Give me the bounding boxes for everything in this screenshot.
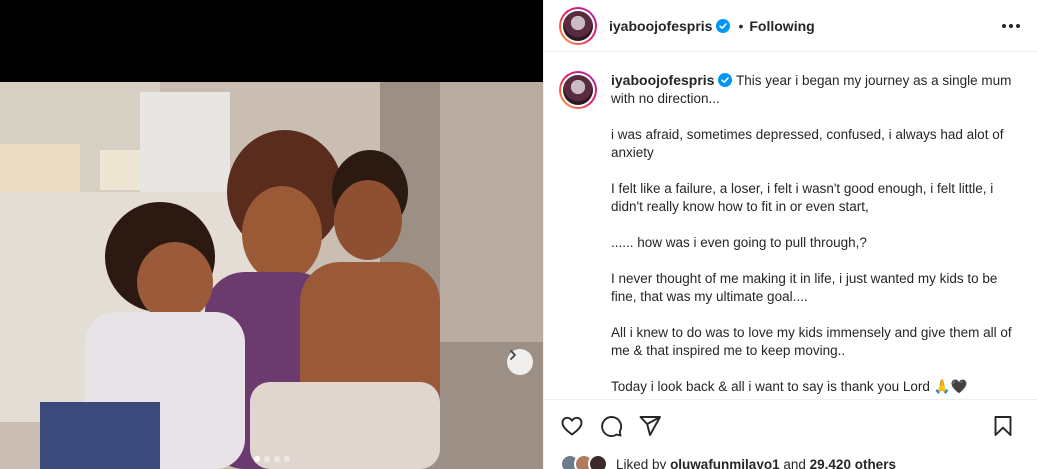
caption-paragraph: iyaboojofespris This year i began my jou…	[611, 71, 1021, 108]
following-button[interactable]: Following	[749, 18, 814, 34]
header-username[interactable]: iyaboojofespris	[609, 18, 712, 34]
caption-username[interactable]: iyaboojofespris	[611, 72, 714, 88]
photo-illustration	[0, 82, 543, 469]
caption-paragraph: I never thought of me making it in life,…	[611, 271, 998, 304]
likes-prefix: Liked by	[616, 456, 667, 469]
likes-text: Liked by oluwafunmilayo1 and 29,420 othe…	[616, 457, 896, 469]
save-button[interactable]	[989, 412, 1017, 440]
action-bar	[544, 399, 1037, 451]
likes-joiner: and	[783, 456, 806, 469]
caption-paragraph: ...... how was i even going to pull thro…	[611, 235, 867, 250]
caption-row: iyaboojofespris This year i began my jou…	[559, 71, 1021, 396]
comment-button[interactable]	[597, 412, 625, 440]
post-header: iyaboojofespris • Following	[544, 0, 1037, 52]
carousel-dot	[283, 456, 290, 462]
liker-avatar	[588, 454, 608, 469]
caption-paragraph: I felt like a failure, a loser, i felt i…	[611, 181, 994, 214]
caption-paragraph: All i knew to do was to love my kids imm…	[611, 325, 1012, 358]
comment-icon	[601, 415, 623, 437]
header-separator: •	[738, 17, 744, 34]
share-button[interactable]	[636, 412, 664, 440]
like-button[interactable]	[558, 412, 586, 440]
header-user: iyaboojofespris • Following	[609, 18, 815, 34]
media-pane	[0, 0, 543, 469]
caption-avatar[interactable]	[559, 71, 597, 109]
verified-badge-icon	[716, 18, 731, 33]
chevron-right-icon	[510, 350, 516, 360]
likes-row: Liked by oluwafunmilayo1 and 29,420 othe…	[560, 454, 896, 469]
post-details-panel: iyaboojofespris • Following iyaboojofesp…	[543, 0, 1037, 469]
likes-count[interactable]: 29,420 others	[810, 457, 896, 469]
caption-paragraph: Today i look back & all i want to say is…	[611, 379, 968, 394]
carousel-indicator	[0, 456, 543, 462]
caption-area: iyaboojofespris This year i began my jou…	[544, 53, 1037, 399]
carousel-dot	[253, 456, 260, 462]
carousel-next-button[interactable]	[507, 349, 533, 375]
post-photo	[0, 82, 543, 469]
share-icon	[639, 415, 661, 436]
caption-text: iyaboojofespris This year i began my jou…	[611, 71, 1021, 396]
caption-paragraph: i was afraid, sometimes depressed, confu…	[611, 127, 1004, 160]
liker-username[interactable]: oluwafunmilayo1	[670, 457, 780, 469]
more-options-icon[interactable]	[999, 14, 1023, 38]
bookmark-icon	[994, 416, 1012, 436]
avatar[interactable]	[559, 6, 597, 45]
verified-badge-icon	[718, 73, 733, 87]
carousel-dot	[273, 456, 280, 462]
carousel-dot	[263, 456, 270, 462]
heart-icon	[561, 416, 583, 435]
